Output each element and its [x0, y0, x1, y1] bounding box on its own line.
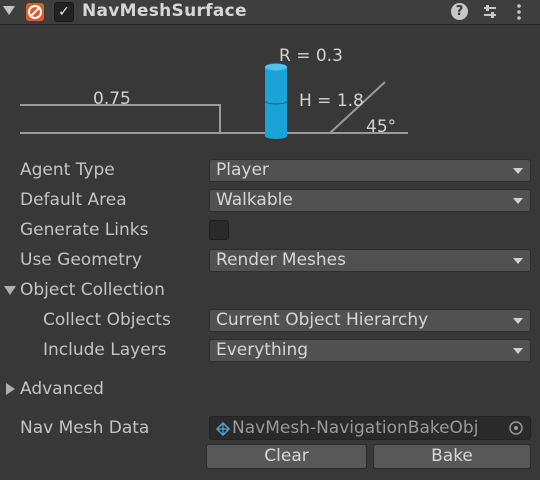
agent-diagram-drawing	[20, 63, 408, 139]
height-label: H = 1.8	[299, 91, 364, 111]
chevron-down-icon	[513, 318, 523, 324]
agent-cylinder	[264, 63, 288, 139]
use-geometry-value: Render Meshes	[216, 250, 346, 270]
step-height-label: 0.75	[93, 89, 131, 109]
navmesh-surface-icon	[26, 3, 44, 21]
object-picker-button[interactable]	[502, 417, 530, 439]
kebab-menu-icon[interactable]	[510, 3, 528, 21]
help-icon[interactable]: ?	[451, 3, 468, 20]
collect-objects-value: Current Object Hierarchy	[216, 310, 429, 330]
generate-links-checkbox[interactable]	[209, 220, 229, 240]
use-geometry-label: Use Geometry	[20, 250, 142, 270]
agent-diagram: R = 0.3 H = 1.8 0.75 45°	[0, 40, 540, 150]
object-collection-header[interactable]: Object Collection	[20, 280, 165, 300]
generate-links-label: Generate Links	[20, 220, 149, 240]
target-icon	[509, 421, 523, 435]
component-header[interactable]: ✓ NavMeshSurface ?	[0, 0, 540, 25]
agent-type-value: Player	[216, 160, 269, 180]
component-title: NavMeshSurface	[82, 1, 247, 21]
include-layers-label: Include Layers	[43, 340, 167, 360]
advanced-header[interactable]: Advanced	[20, 379, 104, 399]
navmesh-asset-icon	[215, 421, 231, 437]
clear-button[interactable]: Clear	[206, 444, 367, 469]
include-layers-value: Everything	[216, 340, 309, 360]
nav-mesh-data-value: NavMesh-NavigationBakeObj	[232, 418, 479, 438]
nav-mesh-data-label: Nav Mesh Data	[20, 418, 150, 438]
fold-arrow-icon[interactable]	[3, 6, 15, 15]
advanced-foldout-icon[interactable]	[6, 383, 15, 395]
radius-label: R = 0.3	[279, 46, 343, 66]
chevron-down-icon	[513, 258, 523, 264]
chevron-down-icon	[513, 198, 523, 204]
collect-objects-dropdown[interactable]: Current Object Hierarchy	[209, 309, 531, 332]
include-layers-dropdown[interactable]: Everything	[209, 339, 531, 362]
bake-button[interactable]: Bake	[373, 444, 531, 469]
presets-icon[interactable]	[481, 3, 499, 21]
use-geometry-dropdown[interactable]: Render Meshes	[209, 249, 531, 272]
default-area-label: Default Area	[20, 190, 127, 210]
agent-type-dropdown[interactable]: Player	[209, 159, 531, 182]
chevron-down-icon	[513, 168, 523, 174]
nav-mesh-data-field[interactable]: NavMesh-NavigationBakeObj	[209, 416, 531, 440]
default-area-dropdown[interactable]: Walkable	[209, 189, 531, 212]
chevron-down-icon	[513, 348, 523, 354]
default-area-value: Walkable	[216, 190, 293, 210]
collect-objects-label: Collect Objects	[43, 310, 171, 330]
slope-label: 45°	[366, 117, 397, 137]
component-enabled-checkbox[interactable]: ✓	[54, 2, 74, 22]
object-collection-foldout-icon[interactable]	[4, 286, 16, 295]
agent-type-label: Agent Type	[20, 160, 115, 180]
